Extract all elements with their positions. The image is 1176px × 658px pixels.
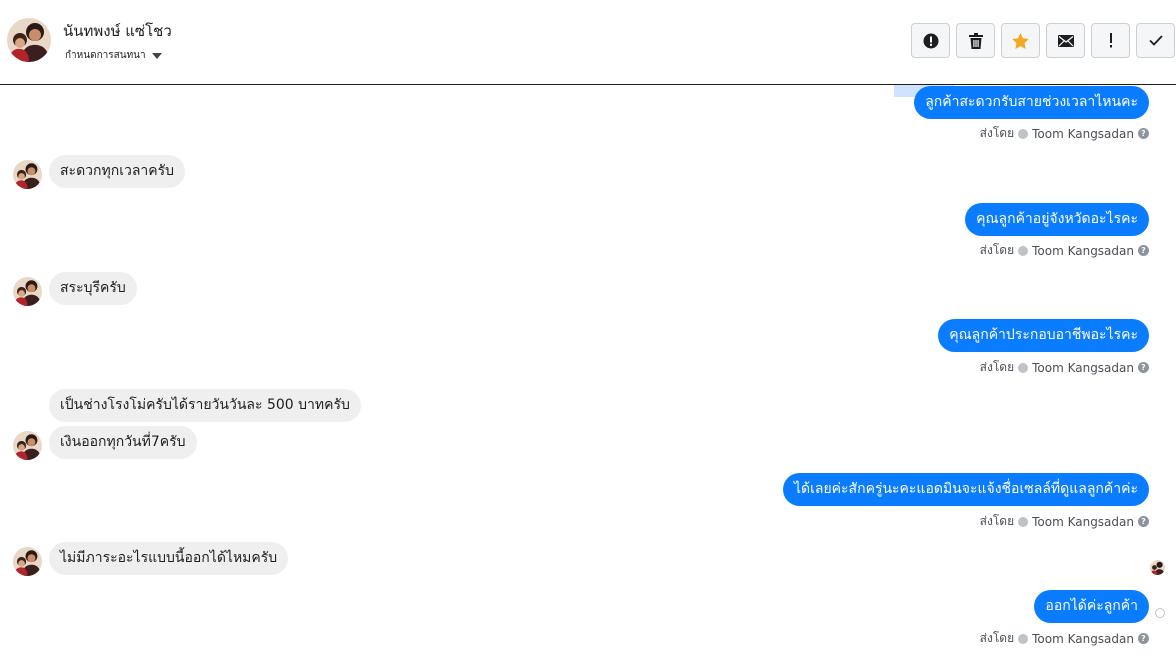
envelope-icon	[1057, 34, 1074, 47]
sender-name: Toom Kangsadan	[1032, 126, 1134, 141]
sent-check-icon	[1018, 633, 1029, 644]
check-icon	[1148, 35, 1163, 46]
message-outgoing[interactable]: ลูกค้าสะดวกรับสายช่วงเวลาไหนคะ	[914, 86, 1149, 119]
message-sender-meta: ส่งโดย Toom Kangsadan ?	[980, 241, 1149, 260]
exclamation-icon	[1109, 33, 1112, 48]
message-sender-meta: ส่งโดย Toom Kangsadan ?	[980, 629, 1149, 648]
help-icon[interactable]: ?	[1138, 362, 1149, 373]
help-icon[interactable]: ?	[1138, 128, 1149, 139]
message-incoming[interactable]: สระบุรีครับ	[49, 272, 137, 305]
contact-avatar-small[interactable]	[13, 547, 42, 576]
sent-by-label: ส่งโดย	[979, 631, 1015, 645]
sent-check-icon	[1018, 128, 1029, 139]
message-outgoing[interactable]: ออกได้ค่ะลูกค้า	[1034, 590, 1149, 623]
sent-check-icon	[1018, 362, 1029, 373]
message-sender-meta: ส่งโดย Toom Kangsadan ?	[980, 512, 1149, 531]
seen-by-avatar	[1150, 560, 1165, 575]
sent-by-label: ส่งโดย	[979, 360, 1015, 374]
follow-up-button[interactable]	[1091, 23, 1130, 58]
help-icon[interactable]: ?	[1138, 516, 1149, 527]
sent-check-icon	[1018, 516, 1029, 527]
sent-check-icon	[1018, 245, 1029, 256]
contact-avatar-small[interactable]	[13, 277, 42, 306]
sent-by-label: ส่งโดย	[979, 514, 1015, 528]
sender-name: Toom Kangsadan	[1032, 631, 1134, 646]
contact-avatar-small[interactable]	[13, 160, 42, 189]
alert-circle-icon	[923, 33, 938, 48]
message-incoming[interactable]: เป็นช่างโรงโม่ครับได้รายวันวันละ 500 บาท…	[49, 389, 361, 422]
sender-name: Toom Kangsadan	[1032, 360, 1134, 375]
sender-name: Toom Kangsadan	[1032, 243, 1134, 258]
sent-by-label: ส่งโดย	[979, 126, 1015, 140]
sent-by-label: ส่งโดย	[979, 243, 1015, 257]
assign-label: กำหนดการสนทนา	[65, 50, 146, 61]
star-icon	[1012, 32, 1029, 49]
mark-done-button[interactable]	[1136, 23, 1175, 58]
message-incoming[interactable]: สะดวกทุกเวลาครับ	[49, 155, 186, 188]
spam-button[interactable]	[911, 23, 950, 58]
contact-avatar[interactable]	[7, 18, 51, 62]
star-button[interactable]	[1001, 23, 1040, 58]
contact-name: นันทพงษ์ แซ่โชว	[63, 22, 172, 40]
delivered-icon	[1155, 608, 1165, 618]
message-outgoing[interactable]: คุณลูกค้าอยู่จังหวัดอะไรคะ	[965, 203, 1149, 236]
conversation-toolbar	[911, 23, 1175, 58]
message-sender-meta: ส่งโดย Toom Kangsadan ?	[980, 124, 1149, 143]
help-icon[interactable]: ?	[1138, 245, 1149, 256]
mark-unread-button[interactable]	[1046, 23, 1085, 58]
contact-avatar-small[interactable]	[13, 431, 42, 460]
conversation-header: นันทพงษ์ แซ่โชว กำหนดการสนทนา	[0, 0, 1176, 85]
message-outgoing[interactable]: ได้เลยค่ะสักครู่นะคะแอดมินจะแจ้งชื่อเซลล…	[782, 473, 1149, 506]
message-sender-meta: ส่งโดย Toom Kangsadan ?	[980, 358, 1149, 377]
sender-name: Toom Kangsadan	[1032, 514, 1134, 529]
message-incoming[interactable]: ไม่มีภาระอะไรแบบนี้ออกได้ไหมครับ	[49, 542, 289, 575]
message-incoming[interactable]: เงินออกทุกวันที่7ครับ	[49, 426, 197, 459]
chevron-down-icon	[151, 53, 162, 59]
delete-button[interactable]	[956, 23, 995, 58]
trash-icon	[968, 32, 983, 49]
message-outgoing[interactable]: คุณลูกค้าประกอบอาชีพอะไรคะ	[938, 319, 1149, 352]
help-icon[interactable]: ?	[1138, 633, 1149, 644]
assign-conversation-dropdown[interactable]: กำหนดการสนทนา	[65, 48, 162, 63]
